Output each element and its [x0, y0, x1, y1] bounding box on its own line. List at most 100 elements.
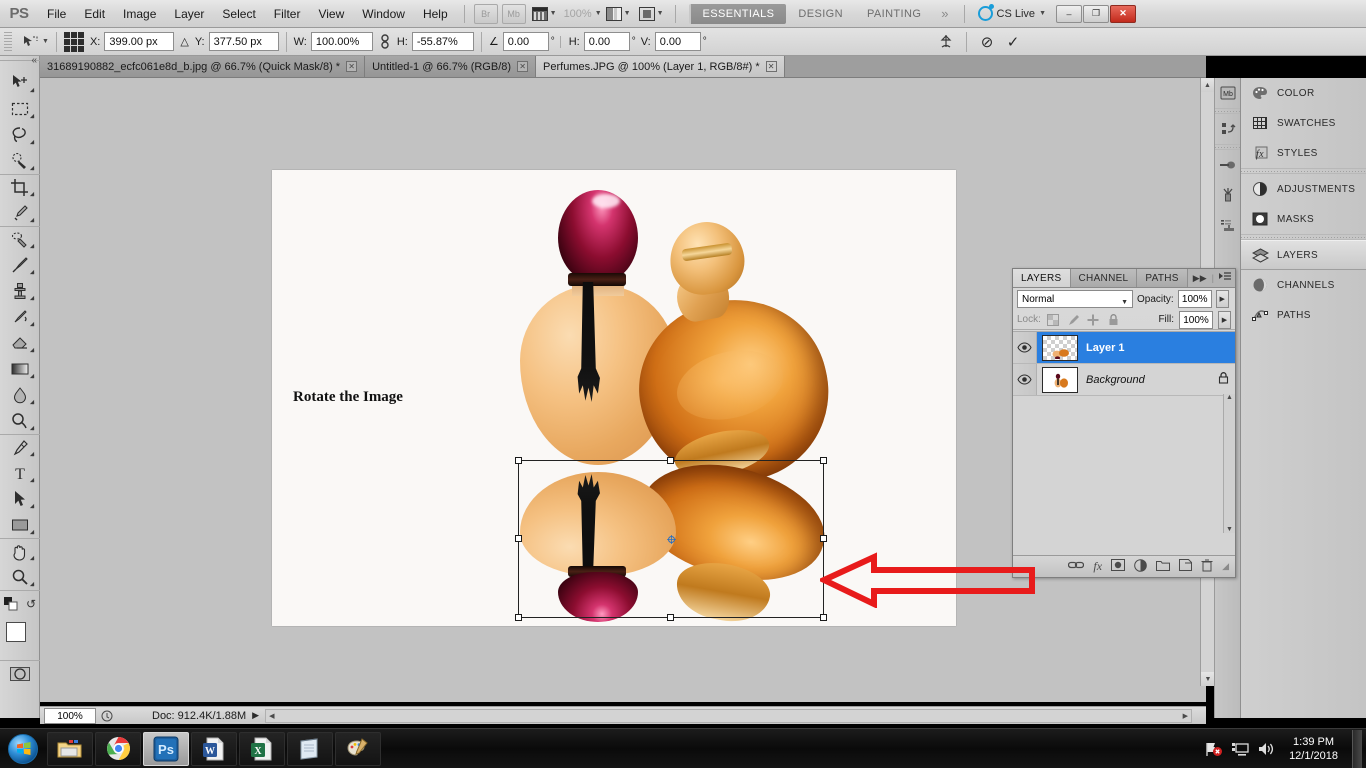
transform-handle-top-right[interactable]	[820, 457, 827, 464]
commit-transform-icon[interactable]: ✓	[1000, 31, 1026, 53]
skew-h-input[interactable]: 0.00	[583, 32, 630, 51]
layers-list[interactable]: Layer 1 Background ▲ ▼	[1013, 331, 1235, 555]
cancel-transform-icon[interactable]: ⊘	[974, 31, 1000, 53]
menu-image[interactable]: Image	[114, 1, 165, 27]
delete-layer-icon[interactable]	[1201, 559, 1213, 575]
options-bar-grip[interactable]	[4, 31, 12, 52]
transform-handle-middle-left[interactable]	[515, 535, 522, 542]
layer-row-background[interactable]: Background	[1013, 364, 1235, 396]
close-icon[interactable]: ✕	[517, 61, 529, 72]
eyedropper-tool[interactable]	[0, 200, 40, 226]
layers-list-scrollbar[interactable]: ▲ ▼	[1223, 394, 1235, 533]
toolbox-collapse-handle[interactable]	[0, 55, 40, 70]
clone-stamp-tool[interactable]	[0, 278, 40, 304]
dodge-tool[interactable]	[0, 408, 40, 434]
transform-handle-bottom-right[interactable]	[820, 614, 827, 621]
tab-channels[interactable]: CHANNEL	[1070, 269, 1138, 287]
lock-transparent-pixels-icon[interactable]	[1046, 312, 1061, 327]
canvas-horizontal-scrollbar[interactable]: ◀ ▶	[265, 708, 1192, 723]
refpt-cell[interactable]	[63, 31, 70, 38]
menu-edit[interactable]: Edit	[75, 1, 114, 27]
move-tool-icon[interactable]	[18, 31, 42, 53]
transform-handle-top-left[interactable]	[515, 457, 522, 464]
chain-link-icon[interactable]	[373, 31, 397, 53]
action-center-icon[interactable]	[1231, 740, 1249, 758]
doc-tab-untitled1[interactable]: Untitled-1 @ 66.7% (RGB/8) ✕	[365, 56, 537, 77]
pen-tool[interactable]	[0, 434, 40, 460]
scroll-left-icon[interactable]: ◀	[266, 712, 274, 720]
swap-colors-icon[interactable]: ↺	[26, 597, 36, 611]
relative-positioning-icon[interactable]: △	[180, 35, 188, 48]
status-menu-icon[interactable]: ▶	[246, 710, 265, 721]
history-icon[interactable]	[1215, 114, 1240, 144]
refpt-cell[interactable]	[77, 45, 84, 52]
transform-handle-bottom-left[interactable]	[515, 614, 522, 621]
refpt-cell[interactable]	[63, 45, 70, 52]
blend-mode-select[interactable]: Normal	[1017, 290, 1133, 311]
refpt-cell[interactable]	[70, 31, 77, 38]
taskbar-microsoft-excel[interactable]: X	[239, 731, 285, 766]
height-input[interactable]: -55.87%	[411, 32, 474, 51]
zoom-chevron-down-icon[interactable]: ▼	[595, 10, 602, 17]
lock-all-icon[interactable]	[1106, 312, 1121, 327]
taskbar-adobe-photoshop[interactable]: Ps	[143, 731, 189, 766]
dock-item-paths[interactable]: PATHS	[1241, 300, 1366, 330]
new-fill-adjustment-layer-icon[interactable]	[1134, 558, 1147, 575]
refpt-center-cell[interactable]	[70, 38, 77, 45]
volume-icon[interactable]	[1257, 740, 1275, 758]
minimize-button[interactable]: –	[1056, 4, 1082, 23]
start-button[interactable]	[0, 730, 46, 768]
close-icon[interactable]: ✕	[346, 61, 358, 72]
doc-tab-perfumes[interactable]: Perfumes.JPG @ 100% (Layer 1, RGB/8#) * …	[536, 56, 785, 77]
new-layer-icon[interactable]	[1179, 559, 1193, 574]
menu-window[interactable]: Window	[353, 1, 414, 27]
menu-help[interactable]: Help	[414, 1, 457, 27]
eraser-tool[interactable]	[0, 330, 40, 356]
width-input[interactable]: 100.00%	[310, 32, 373, 51]
menu-select[interactable]: Select	[213, 1, 264, 27]
transform-handle-bottom-center[interactable]	[667, 614, 674, 621]
layer-row-layer1[interactable]: Layer 1	[1013, 332, 1235, 364]
doc-tab-quickmask[interactable]: 31689190882_ecfc061e8d_b.jpg @ 66.7% (Qu…	[40, 56, 366, 77]
foreground-color-swatch[interactable]	[6, 622, 26, 642]
horizontal-type-tool[interactable]: T	[0, 460, 40, 486]
view-extras-button[interactable]: ▼	[531, 6, 557, 21]
quick-selection-tool[interactable]	[0, 148, 40, 174]
warp-mode-icon[interactable]	[933, 31, 959, 53]
tool-preset-chevron-icon[interactable]: ▼	[42, 38, 49, 45]
lasso-tool[interactable]	[0, 122, 40, 148]
brush-tool-icon[interactable]	[1215, 180, 1240, 210]
reference-point-selector[interactable]	[63, 31, 84, 52]
transform-pivot-point[interactable]	[667, 535, 676, 544]
workspace-design[interactable]: DESIGN	[786, 4, 855, 24]
add-layer-mask-icon[interactable]	[1111, 559, 1126, 574]
zoom-tool[interactable]	[0, 564, 40, 590]
dock-item-color[interactable]: COLOR	[1241, 78, 1366, 108]
scroll-down-icon[interactable]: ▼	[1224, 526, 1235, 533]
network-error-icon[interactable]	[1205, 740, 1223, 758]
arrange-documents-button[interactable]: ▼	[605, 6, 631, 21]
move-tool[interactable]	[0, 70, 40, 96]
dock-item-swatches[interactable]: SWATCHES	[1241, 108, 1366, 138]
rectangle-shape-tool[interactable]	[0, 512, 40, 538]
show-desktop-button[interactable]	[1352, 729, 1362, 768]
lock-image-pixels-icon[interactable]	[1066, 312, 1081, 327]
color-swatches[interactable]	[0, 616, 40, 660]
blur-tool[interactable]	[0, 382, 40, 408]
taskbar-clock[interactable]: 1:39 PM 12/1/2018	[1283, 735, 1344, 763]
layer-visibility-toggle[interactable]	[1013, 332, 1037, 363]
menu-layer[interactable]: Layer	[165, 1, 213, 27]
hand-tool[interactable]	[0, 538, 40, 564]
y-input[interactable]: 377.50 px	[208, 32, 279, 51]
taskbar-google-chrome[interactable]	[95, 731, 141, 766]
new-group-icon[interactable]	[1156, 560, 1171, 574]
menu-view[interactable]: View	[309, 1, 353, 27]
layers-panel[interactable]: LAYERS CHANNEL PATHS ▶▶ | Normal Opacity…	[1012, 268, 1236, 578]
scroll-up-icon[interactable]: ▲	[1201, 78, 1214, 92]
fill-input[interactable]: 100%	[1179, 310, 1213, 329]
workspace-painting[interactable]: PAINTING	[855, 4, 933, 24]
scroll-right-icon[interactable]: ▶	[1183, 712, 1191, 720]
dock-item-layers[interactable]: LAYERS	[1241, 240, 1366, 270]
taskbar-windows-explorer[interactable]	[47, 731, 93, 766]
close-icon[interactable]: ✕	[765, 61, 777, 72]
